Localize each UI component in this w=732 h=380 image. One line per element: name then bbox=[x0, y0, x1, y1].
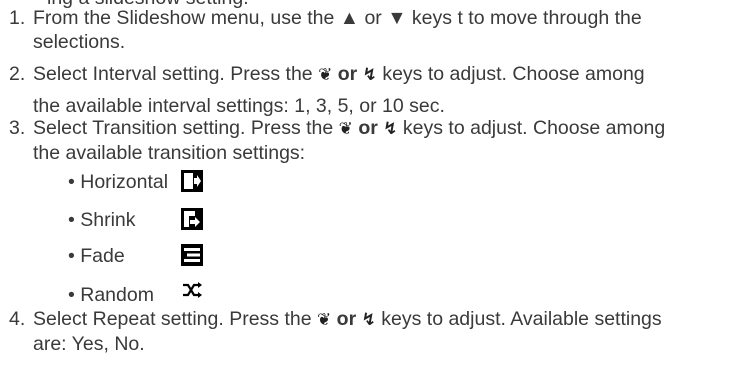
or-text: or bbox=[332, 63, 363, 85]
macro-key-icon: ❦ bbox=[317, 310, 332, 330]
transition-label: • Horizontal bbox=[68, 171, 169, 193]
horizontal-transition-icon bbox=[181, 170, 203, 192]
step-text: the available interval settings: 1, 3, 5… bbox=[33, 95, 445, 117]
step-text: Select Transition setting. Press the ❦ o… bbox=[33, 117, 666, 139]
transition-item-shrink: • Shrink bbox=[68, 208, 136, 236]
step-text: selections. bbox=[33, 31, 126, 53]
random-transition-icon bbox=[181, 279, 203, 301]
transition-item-horizontal: • Horizontal bbox=[68, 170, 168, 198]
step-number: 1. bbox=[9, 7, 26, 29]
macro-key-icon: ❦ bbox=[318, 65, 333, 85]
fade-transition-icon bbox=[181, 244, 203, 266]
step-text: are: Yes, No. bbox=[33, 333, 145, 355]
step-number: 2. bbox=[9, 63, 26, 85]
transition-label: • Fade bbox=[68, 245, 125, 267]
or-text: or bbox=[352, 117, 384, 139]
step-text: Select Interval setting. Press the ❦ or … bbox=[33, 63, 645, 85]
transition-label: • Shrink bbox=[68, 209, 136, 231]
macro-key-icon: ❦ bbox=[338, 119, 353, 139]
flash-key-icon: ↯ bbox=[362, 65, 377, 85]
or-text: or bbox=[331, 308, 362, 330]
transition-item-fade: • Fade bbox=[68, 244, 125, 272]
step-number: 4. bbox=[9, 308, 26, 330]
transition-label: • Random bbox=[68, 284, 154, 306]
shrink-transition-icon bbox=[181, 208, 203, 230]
step-number: 3. bbox=[9, 117, 26, 139]
flash-key-icon: ↯ bbox=[361, 310, 376, 330]
flash-key-icon: ↯ bbox=[383, 119, 398, 139]
step-text: the available transition settings: bbox=[33, 142, 306, 164]
step-text: From the Slideshow menu, use the ▲ or ▼ … bbox=[33, 7, 642, 29]
step-text: Select Repeat setting. Press the ❦ or ↯ … bbox=[33, 308, 662, 330]
